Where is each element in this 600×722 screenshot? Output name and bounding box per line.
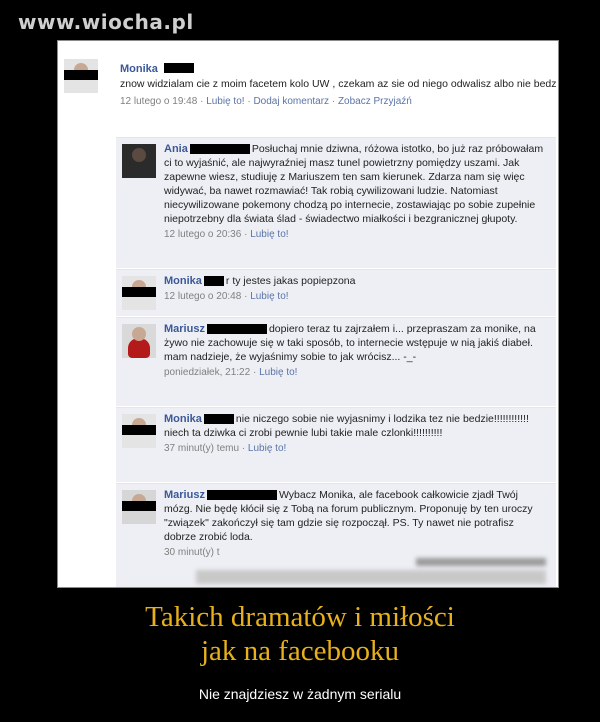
like-link[interactable]: Lubię to!: [250, 291, 288, 302]
avatar[interactable]: [122, 490, 156, 524]
comment-item: Mariusz dopiero teraz tu zajrzałem i... p…: [116, 317, 556, 406]
poster-caption: Takich dramatów i miłości jak na faceboo…: [0, 600, 600, 668]
post-text: znow widzialam cie z moim facetem kolo U…: [120, 78, 556, 90]
comment-author-link[interactable]: Monika: [164, 275, 202, 287]
site-watermark: www.wiocha.pl: [18, 10, 194, 34]
like-link[interactable]: Lubię to!: [259, 367, 297, 378]
comment-meta: 30 minut(y) t: [164, 547, 548, 558]
censor-bar: [206, 324, 267, 335]
comment-author-link[interactable]: Monika: [164, 413, 202, 425]
censor-bar: [206, 490, 277, 501]
comment-text: Mariusz Wybacz Monika, ale facebook całko…: [164, 489, 533, 543]
like-link[interactable]: Lubię to!: [248, 443, 286, 454]
caption-line-1: Takich dramatów i miłości: [145, 601, 455, 633]
like-link[interactable]: Lubię to!: [206, 96, 244, 107]
comment-timestamp: poniedziałek, 21:22: [164, 367, 251, 378]
avatar[interactable]: [122, 414, 156, 448]
blurred-region: [416, 558, 546, 566]
comment-item: Monika nie niczego sobie nie wyjasnimy i …: [116, 407, 556, 482]
wall-post: Monika znow widzialam cie z moim facetem…: [58, 41, 558, 136]
blurred-region: [196, 570, 546, 584]
avatar[interactable]: [122, 276, 156, 310]
comment-timestamp: 12 lutego o 20:36: [164, 229, 242, 240]
post-timestamp: 12 lutego o 19:48: [120, 96, 198, 107]
censor-bar: [203, 414, 234, 425]
censor-bar: [203, 276, 224, 287]
comment-author-link[interactable]: Mariusz: [164, 323, 205, 335]
comment-timestamp: 37 minut(y) temu: [164, 443, 240, 454]
comment-text: Ania Posłuchaj mnie dziwna, różowa istotk…: [164, 143, 544, 225]
poster-subcaption: Nie znajdziesz w żadnym serialu: [198, 686, 402, 702]
censor-bar: [164, 62, 195, 73]
comment-timestamp: 12 lutego o 20:48: [164, 291, 242, 302]
comment-author-link[interactable]: Ania: [164, 143, 188, 155]
comment-author-link[interactable]: Mariusz: [164, 489, 205, 501]
like-link[interactable]: Lubię to!: [250, 229, 288, 240]
comment-meta: poniedziałek, 21:22 · Lubię to!: [164, 367, 298, 378]
post-meta: 12 lutego o 19:48 · Lubię to! · Dodaj ko…: [120, 96, 412, 107]
censor-bar: [122, 287, 156, 297]
censor-bar: [64, 70, 98, 80]
censor-bar: [122, 501, 156, 511]
avatar[interactable]: [122, 324, 156, 358]
comment-timestamp: 30 minut(y) t: [164, 547, 220, 558]
comment-meta: 12 lutego o 20:36 · Lubię to!: [164, 229, 289, 240]
comment-text: Mariusz dopiero teraz tu zajrzałem i... p…: [164, 323, 536, 363]
screenshot-frame: Monika znow widzialam cie z moim facetem…: [57, 40, 559, 588]
post-author-link[interactable]: Monika: [120, 63, 158, 75]
comment-item: Monika r ty jestes jakas popiepzona 12 lu…: [116, 269, 556, 316]
add-comment-link[interactable]: Dodaj komentarz: [253, 96, 329, 107]
comment-item: Mariusz Wybacz Monika, ale facebook całko…: [116, 483, 556, 587]
see-friendship-link[interactable]: Zobacz Przyjaźń: [338, 96, 412, 107]
avatar[interactable]: [122, 144, 156, 178]
comment-text: Monika nie niczego sobie nie wyjasnimy i …: [164, 413, 529, 439]
comment-meta: 37 minut(y) temu · Lubię to!: [164, 443, 287, 454]
caption-line-2: jak na facebooku: [200, 635, 400, 667]
comment-meta: 12 lutego o 20:48 · Lubię to!: [164, 291, 289, 302]
comment-item: Ania Posłuchaj mnie dziwna, różowa istotk…: [116, 137, 556, 268]
avatar[interactable]: [64, 59, 98, 93]
comment-text: Monika r ty jestes jakas popiepzona: [164, 275, 356, 287]
censor-bar: [122, 425, 156, 435]
censor-bar: [189, 144, 250, 155]
